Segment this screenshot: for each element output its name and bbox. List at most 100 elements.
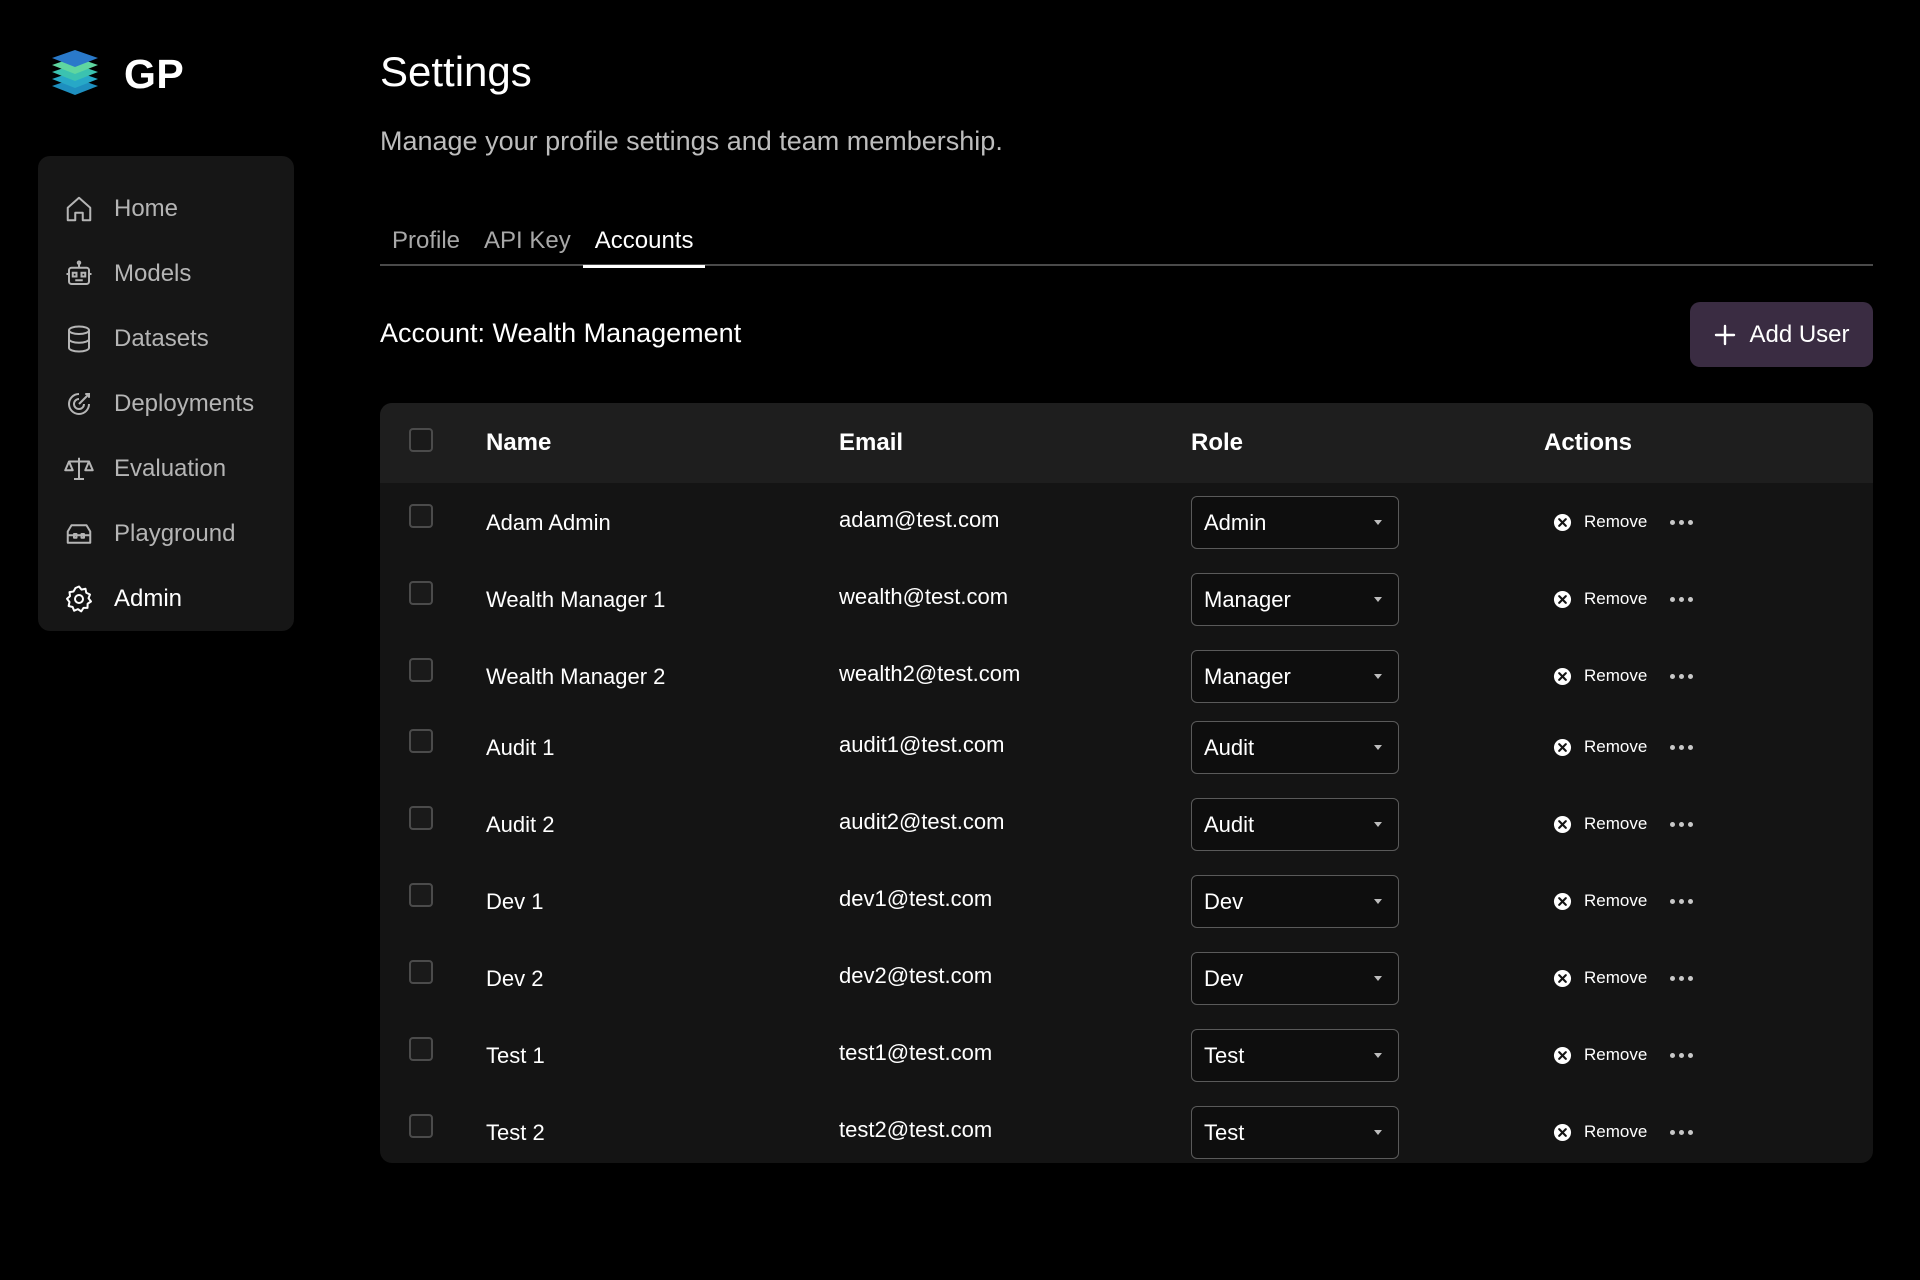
column-header-email: Email — [839, 429, 904, 456]
column-header-name: Name — [486, 429, 552, 456]
more-options-icon[interactable] — [1670, 666, 1693, 686]
remove-icon — [1553, 738, 1572, 756]
cell-name: Test 2 — [486, 1120, 545, 1145]
role-select[interactable]: Audit — [1191, 798, 1399, 851]
remove-label: Remove — [1584, 968, 1648, 987]
cell-email: audit1@test.com — [839, 732, 1005, 757]
role-select[interactable]: Manager — [1191, 650, 1399, 703]
role-select[interactable]: Audit — [1191, 721, 1399, 774]
page-subtitle: Manage your profile settings and team me… — [380, 126, 1003, 156]
role-select-value: Test — [1204, 1119, 1245, 1145]
role-select[interactable]: Admin — [1191, 496, 1399, 549]
cell-email: wealth@test.com — [839, 584, 1009, 609]
more-options-icon[interactable] — [1670, 1122, 1693, 1142]
brand-logo[interactable]: GP — [50, 48, 184, 100]
more-options-icon[interactable] — [1670, 737, 1693, 757]
row-checkbox[interactable] — [409, 729, 433, 753]
tab-accounts[interactable]: Accounts — [582, 222, 706, 268]
page-title: Settings — [380, 48, 532, 95]
toolbox-icon — [64, 519, 94, 549]
cell-email: test2@test.com — [839, 1117, 993, 1142]
remove-button[interactable]: Remove — [1553, 891, 1647, 911]
remove-icon — [1553, 513, 1572, 531]
column-header-actions: Actions — [1544, 429, 1633, 456]
more-options-icon[interactable] — [1670, 968, 1693, 988]
remove-button[interactable]: Remove — [1553, 968, 1647, 988]
home-icon — [64, 194, 94, 224]
settings-tabs: Profile API Key Accounts — [380, 222, 1873, 268]
scale-icon — [64, 454, 94, 484]
chevron-down-icon — [1374, 519, 1382, 525]
cell-name: Audit 1 — [486, 735, 555, 760]
role-select-value: Audit — [1204, 734, 1255, 760]
more-options-icon[interactable] — [1670, 1045, 1693, 1065]
row-checkbox[interactable] — [409, 883, 433, 907]
tab-profile[interactable]: Profile — [380, 222, 472, 266]
chevron-down-icon — [1374, 1052, 1382, 1058]
sidebar-item-models[interactable]: Models — [38, 241, 294, 306]
row-checkbox[interactable] — [409, 1037, 433, 1061]
remove-label: Remove — [1584, 1045, 1648, 1064]
remove-label: Remove — [1584, 737, 1648, 756]
table-row: Test 2 test2@test.com Test Remove — [380, 1093, 1873, 1163]
gear-icon — [64, 584, 94, 614]
remove-label: Remove — [1584, 512, 1648, 531]
chevron-down-icon — [1374, 744, 1382, 750]
add-user-button[interactable]: Add User — [1690, 302, 1873, 367]
remove-icon — [1553, 892, 1572, 910]
row-checkbox[interactable] — [409, 658, 433, 682]
role-select-value: Dev — [1204, 888, 1244, 914]
plus-icon — [1715, 324, 1736, 345]
more-options-icon[interactable] — [1670, 814, 1693, 834]
remove-button[interactable]: Remove — [1553, 666, 1647, 686]
role-select[interactable]: Manager — [1191, 573, 1399, 626]
sidebar-item-admin[interactable]: Admin — [38, 566, 294, 631]
sidebar-item-label: Datasets — [114, 324, 209, 352]
cell-email: audit2@test.com — [839, 809, 1005, 834]
select-all-checkbox[interactable] — [409, 428, 433, 452]
stack-logo-icon — [52, 50, 98, 95]
more-options-icon[interactable] — [1670, 891, 1693, 911]
sidebar-item-playground[interactable]: Playground — [38, 501, 294, 566]
row-checkbox[interactable] — [409, 581, 433, 605]
cell-name: Audit 2 — [486, 812, 555, 837]
role-select[interactable]: Test — [1191, 1029, 1399, 1082]
row-checkbox[interactable] — [409, 1114, 433, 1138]
cell-email: dev1@test.com — [839, 886, 993, 911]
sidebar-item-home[interactable]: Home — [38, 176, 294, 241]
remove-label: Remove — [1584, 814, 1648, 833]
row-checkbox[interactable] — [409, 504, 433, 528]
remove-button[interactable]: Remove — [1553, 589, 1647, 609]
target-icon — [64, 389, 94, 419]
remove-button[interactable]: Remove — [1553, 1045, 1647, 1065]
role-select[interactable]: Dev — [1191, 875, 1399, 928]
remove-button[interactable]: Remove — [1553, 512, 1647, 532]
sidebar-item-label: Home — [114, 194, 179, 222]
sidebar-item-datasets[interactable]: Datasets — [38, 306, 294, 371]
sidebar-item-label: Deployments — [114, 389, 255, 417]
table-row: Wealth Manager 2 wealth2@test.com Manager R… — [380, 637, 1873, 714]
remove-icon — [1553, 1046, 1572, 1064]
sidebar-item-evaluation[interactable]: Evaluation — [38, 436, 294, 501]
cell-name: Dev 1 — [486, 889, 544, 914]
row-checkbox[interactable] — [409, 806, 433, 830]
more-options-icon[interactable] — [1670, 512, 1693, 532]
role-select[interactable]: Test — [1191, 1106, 1399, 1159]
table-row: Audit 2 audit2@test.com Audit Remove — [380, 785, 1873, 862]
sidebar-item-deployments[interactable]: Deployments — [38, 371, 294, 436]
remove-button[interactable]: Remove — [1553, 1122, 1647, 1142]
remove-label: Remove — [1584, 1122, 1648, 1141]
remove-button[interactable]: Remove — [1553, 814, 1647, 834]
row-checkbox[interactable] — [409, 960, 433, 984]
brand-name: GP — [124, 50, 185, 97]
sidebar-item-label: Models — [114, 259, 192, 287]
remove-button[interactable]: Remove — [1553, 737, 1647, 757]
robot-icon — [64, 259, 94, 289]
cell-name: Test 1 — [486, 1043, 545, 1068]
tab-api-key[interactable]: API Key — [472, 222, 583, 266]
cell-email: wealth2@test.com — [839, 661, 1021, 686]
sidebar-item-label: Admin — [114, 584, 183, 612]
more-options-icon[interactable] — [1670, 589, 1693, 609]
role-select[interactable]: Dev — [1191, 952, 1399, 1005]
table-row: Wealth Manager 1 wealth@test.com Manager Re… — [380, 560, 1873, 637]
